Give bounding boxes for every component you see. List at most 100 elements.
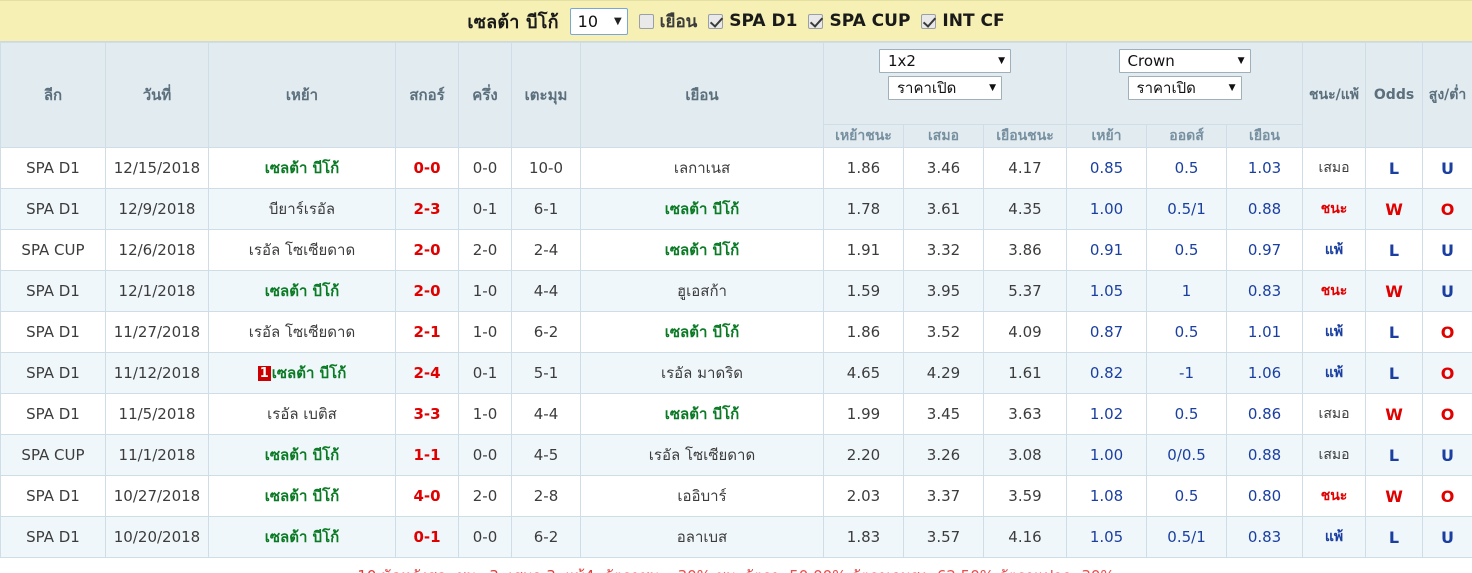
cell-score[interactable]: 1-1 [395, 434, 459, 476]
cell-home-team[interactable]: เรอัล โซเซียดาด [208, 311, 396, 353]
select-bookmaker-stage[interactable]: ราคาเปิด ▼ [1127, 76, 1242, 100]
filter-spa-cup[interactable]: SPA CUP [808, 11, 910, 31]
cell-date-text: 11/12/2018 [113, 364, 201, 382]
cell-score[interactable]: 3-3 [395, 393, 459, 435]
cell-date: 10/27/2018 [105, 475, 209, 517]
cell-away-team[interactable]: เรอัล โซเซียดาด [580, 434, 824, 476]
cell-score[interactable]: 2-0 [395, 270, 459, 312]
col-header-win-lose[interactable]: ชนะ/แพ้ [1302, 42, 1367, 148]
cell-date: 11/12/2018 [105, 352, 209, 394]
cell-odds-home-win: 2.20 [823, 434, 904, 476]
cell-away-team-text: เซลต้า บีโก้ [664, 405, 740, 423]
select-bookmaker[interactable]: Crown ▼ [1118, 49, 1251, 73]
col-header-draw[interactable]: เสมอ [903, 124, 984, 148]
cell-home-team[interactable]: เซลต้า บีโก้ [208, 147, 396, 189]
col-header-score[interactable]: สกอร์ [395, 42, 459, 148]
cell-away-team[interactable]: เลกาเนส [580, 147, 824, 189]
cell-corner-text: 6-1 [533, 200, 559, 218]
cell-score[interactable]: 2-1 [395, 311, 459, 353]
cell-odds-draw-text: 4.29 [926, 364, 961, 382]
col-header-odds[interactable]: Odds [1365, 42, 1424, 148]
cell-away-team[interactable]: ฮูเอสก้า [580, 270, 824, 312]
cell-result-text: แพ้ [1324, 324, 1344, 340]
cell-away-team[interactable]: เซลต้า บีโก้ [580, 393, 824, 435]
col-header-over-under[interactable]: สูง/ต่ำ [1422, 42, 1472, 148]
col-header-league[interactable]: ลีก [0, 42, 106, 148]
cell-ah-home: 0.85 [1066, 147, 1148, 189]
col-header-home[interactable]: เหย้า [208, 42, 396, 148]
cell-score[interactable]: 2-0 [395, 229, 459, 271]
table-row[interactable]: SPA D1 12/9/2018 บียาร์เรอัล 2-3 0-1 6-1 เซลต้… [0, 188, 1472, 230]
cell-ah-line: 0.5 [1146, 229, 1228, 271]
cell-odds-away-win-text: 3.08 [1008, 446, 1042, 464]
cell-odds-away-win: 3.63 [982, 393, 1068, 435]
col-header-away-win[interactable]: เยือนชนะ [982, 124, 1068, 148]
cell-win-lose: W [1365, 188, 1424, 230]
cell-away-team-text: เรอัล มาดริด [660, 364, 743, 382]
table-row[interactable]: SPA D1 11/27/2018 เรอัล โซเซียดาด 2-1 1-0 6-2… [0, 311, 1472, 353]
cell-score[interactable]: 0-0 [395, 147, 459, 189]
chevron-down-icon: ▼ [613, 15, 622, 27]
table-row[interactable]: SPA D1 10/20/2018 เซลต้า บีโก้ 0-1 0-0 6-2 อลา… [0, 516, 1472, 558]
filter-spa-d1[interactable]: SPA D1 [708, 11, 797, 31]
col-header-ah-line[interactable]: ออดส์ [1146, 124, 1228, 148]
cell-home-team[interactable]: เรอัล โซเซียดาด [208, 229, 396, 271]
cell-away-team[interactable]: เซลต้า บีโก้ [580, 311, 824, 353]
cell-away-team[interactable]: เรอัล มาดริด [580, 352, 824, 394]
cell-odds-away-win-text: 4.35 [1008, 200, 1042, 218]
cell-home-team[interactable]: 1 เซลต้า บีโก้ [208, 352, 396, 394]
match-history-table: ลีก วันที่ เหย้า สกอร์ ครึ่ง เตะมุม เยือ… [0, 42, 1472, 558]
cell-away-team[interactable]: เซลต้า บีโก้ [580, 229, 824, 271]
cell-home-team-text: เซลต้า บีโก้ [264, 282, 340, 300]
filter-away[interactable]: เยือน [638, 8, 697, 35]
col-header-ah-home[interactable]: เหย้า [1066, 124, 1148, 148]
summary-segment-3: 50.00% [789, 567, 846, 573]
select-odds-type[interactable]: 1x2 ▼ [879, 49, 1011, 73]
select-odds-stage[interactable]: ราคาเปิด ▼ [888, 76, 1002, 100]
checkbox-away-icon[interactable] [638, 13, 654, 29]
table-row[interactable]: SPA D1 11/12/2018 1 เซลต้า บีโก้ 2-4 0-1 5-1 เร… [0, 352, 1472, 394]
table-row[interactable]: SPA CUP 12/6/2018 เรอัล โซเซียดาด 2-0 2-0 2-4… [0, 229, 1472, 271]
cell-half: 0-0 [458, 516, 512, 558]
cell-ah-home: 0.82 [1066, 352, 1148, 394]
match-count-select[interactable]: 10 ▼ [569, 7, 628, 35]
table-row[interactable]: SPA D1 11/5/2018 เรอัล เบติส 3-3 1-0 4-4 เซลต้… [0, 393, 1472, 435]
col-header-corner[interactable]: เตะมุม [511, 42, 581, 148]
cell-away-team[interactable]: เออิบาร์ [580, 475, 824, 517]
cell-score[interactable]: 4-0 [395, 475, 459, 517]
cell-home-team[interactable]: เซลต้า บีโก้ [208, 434, 396, 476]
checkbox-int-cf-icon[interactable] [921, 13, 937, 29]
cell-score[interactable]: 2-3 [395, 188, 459, 230]
table-row[interactable]: SPA D1 10/27/2018 เซลต้า บีโก้ 4-0 2-0 2-8 เออ… [0, 475, 1472, 517]
cell-win-lose-text: L [1388, 322, 1400, 342]
table-row[interactable]: SPA D1 12/15/2018 เซลต้า บีโก้ 0-0 0-0 10-0 เล… [0, 147, 1472, 189]
col-header-ah-away[interactable]: เยือน [1226, 124, 1304, 148]
col-header-away[interactable]: เยือน [580, 42, 824, 148]
cell-odds-draw: 3.32 [903, 229, 984, 271]
cell-result: เสมอ [1302, 434, 1367, 476]
cell-home-team[interactable]: เรอัล เบติส [208, 393, 396, 435]
table-row[interactable]: SPA CUP 11/1/2018 เซลต้า บีโก้ 1-1 0-0 4-5 เรอ… [0, 434, 1472, 476]
checkbox-spa-d1-icon[interactable] [708, 13, 724, 29]
col-header-half[interactable]: ครึ่ง [458, 42, 512, 148]
cell-score[interactable]: 0-1 [395, 516, 459, 558]
cell-away-team[interactable]: เซลต้า บีโก้ [580, 188, 824, 230]
col-header-date[interactable]: วันที่ [105, 42, 209, 148]
table-row[interactable]: SPA D1 12/1/2018 เซลต้า บีโก้ 2-0 1-0 4-4 ฮูเอ… [0, 270, 1472, 312]
cell-odds-draw-text: 3.61 [926, 200, 961, 218]
cell-odds-away-win-text: 3.86 [1008, 241, 1042, 259]
cell-home-team[interactable]: เซลต้า บีโก้ [208, 270, 396, 312]
cell-score[interactable]: 2-4 [395, 352, 459, 394]
cell-score-text: 4-0 [413, 487, 441, 505]
cell-odds-home-win-text: 2.03 [846, 487, 881, 505]
filter-int-cf[interactable]: INT CF [921, 11, 1005, 31]
cell-home-team[interactable]: บียาร์เรอัล [208, 188, 396, 230]
cell-home-team[interactable]: เซลต้า บีโก้ [208, 516, 396, 558]
cell-home-team[interactable]: เซลต้า บีโก้ [208, 475, 396, 517]
col-header-home-win[interactable]: เหย้าชนะ [823, 124, 904, 148]
cell-result-text: ชนะ [1320, 283, 1348, 299]
checkbox-spa-cup-icon[interactable] [808, 13, 824, 29]
cell-odds-draw: 3.57 [903, 516, 984, 558]
cell-league: SPA D1 [0, 270, 106, 312]
cell-away-team[interactable]: อลาเบส [580, 516, 824, 558]
